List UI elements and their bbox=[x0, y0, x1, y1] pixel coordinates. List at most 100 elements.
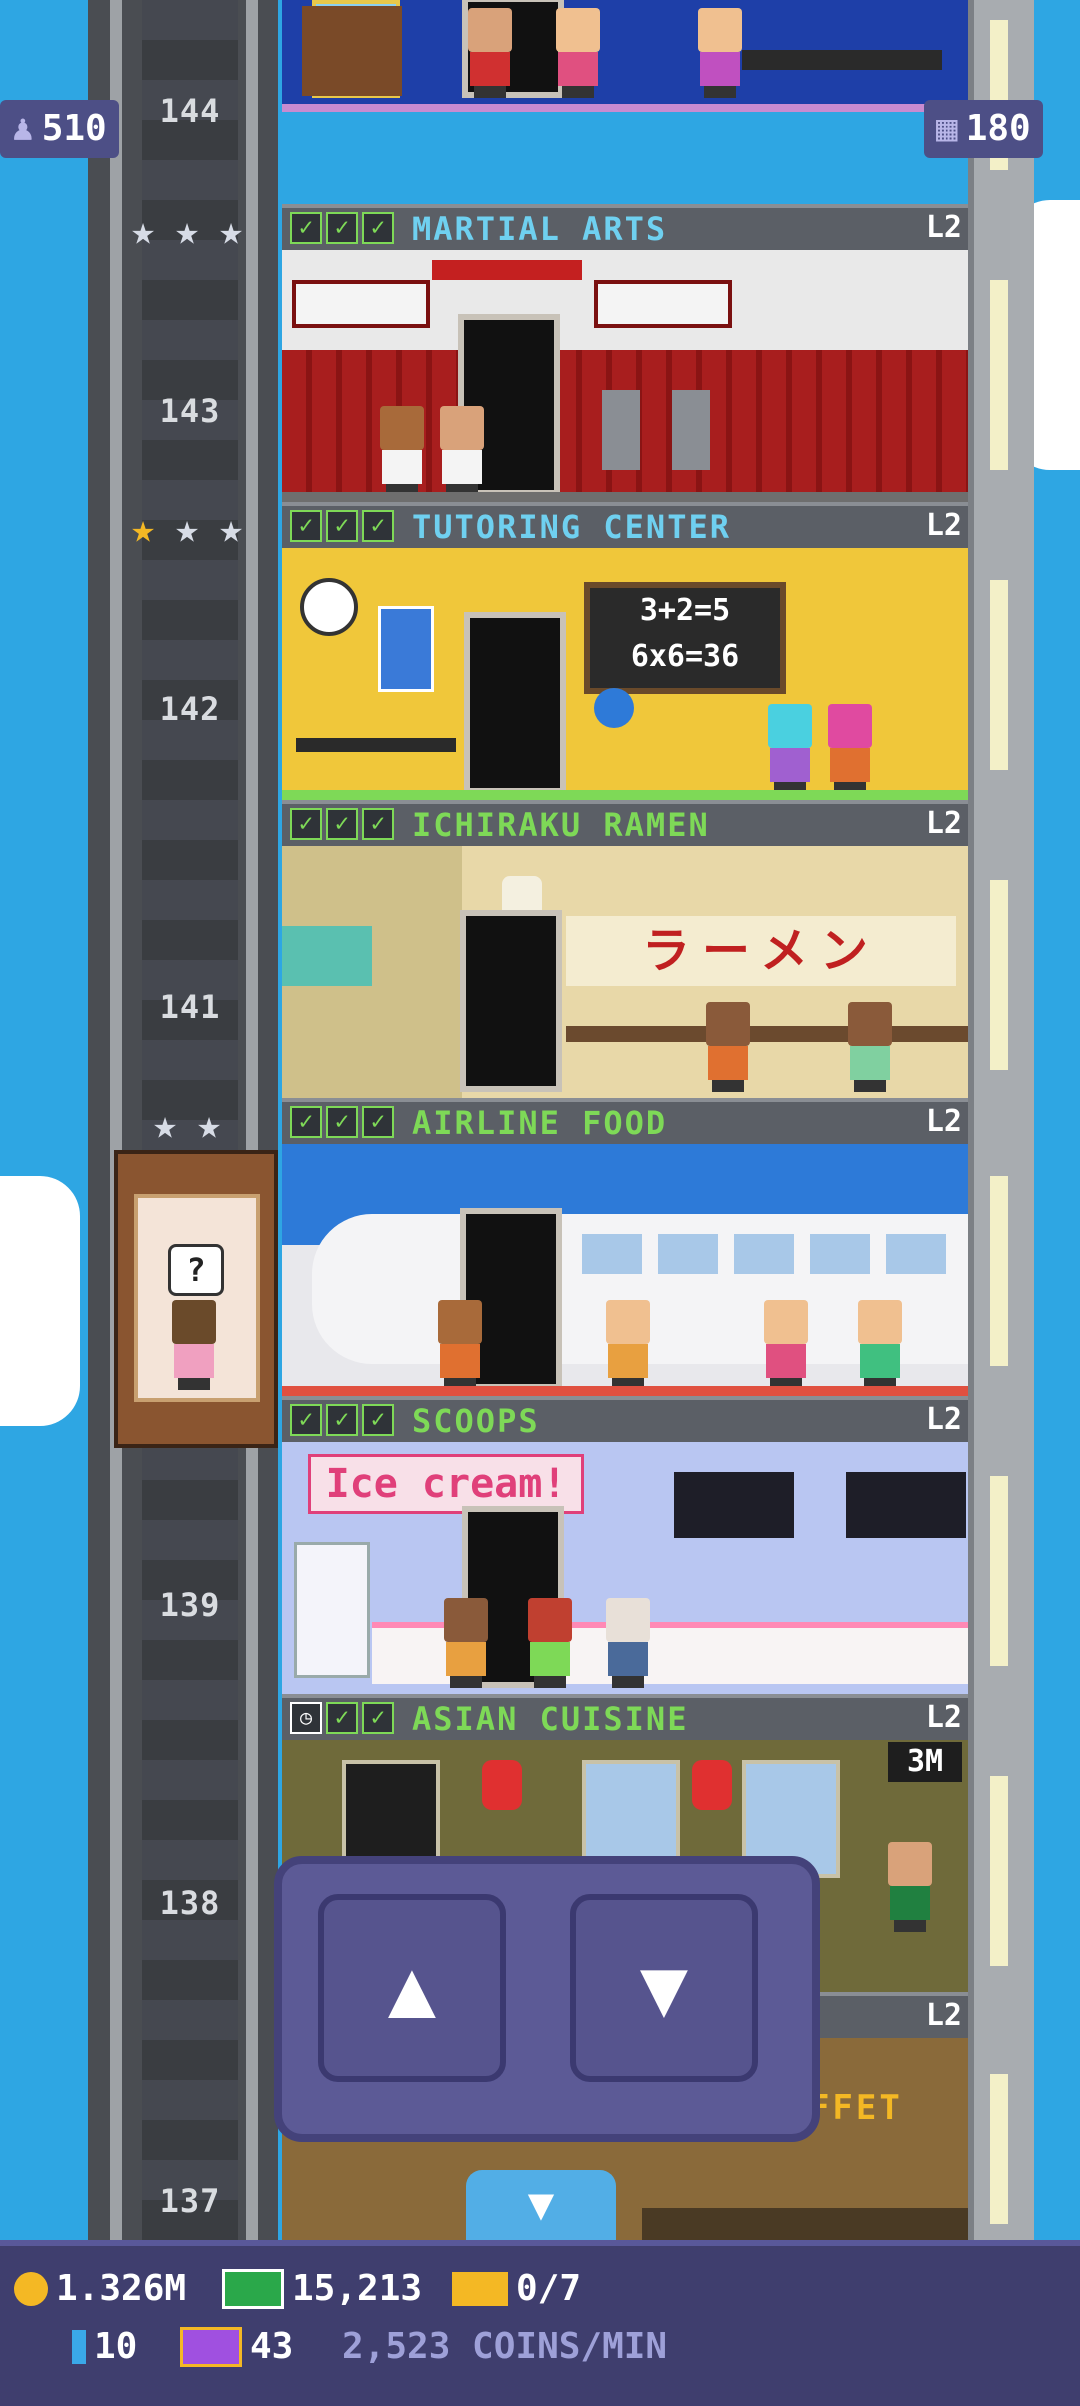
floor-room bbox=[282, 0, 968, 112]
floor-142[interactable]: ✓ ✓ ✓ TUTORING CENTER L2 3+2=5 6x6=36 bbox=[282, 502, 968, 800]
chalkboard-line-2: 6x6=36 bbox=[630, 639, 740, 674]
floor-room: 3+2=5 6x6=36 bbox=[282, 548, 968, 800]
display-case bbox=[294, 1542, 370, 1678]
star-icon: ★ bbox=[130, 208, 156, 254]
floor-level: L2 bbox=[925, 508, 962, 543]
floor-header: ✓ ✓ ✓ ICHIRAKU RAMEN L2 bbox=[282, 800, 968, 846]
check-icon: ✓ bbox=[362, 1106, 394, 1138]
menu-banner: ラーメン bbox=[566, 916, 956, 986]
floor-header: ✓ ✓ ✓ TUTORING CENTER L2 bbox=[282, 502, 968, 548]
window-strip bbox=[990, 1776, 1008, 1966]
bux-stat[interactable]: 15,213 bbox=[222, 2268, 422, 2309]
visitor bbox=[700, 1002, 756, 1092]
up-arrow-icon: ▲ bbox=[387, 1941, 437, 2034]
check-icon: ✓ bbox=[326, 1106, 358, 1138]
desk bbox=[296, 738, 456, 752]
floor-level: L2 bbox=[925, 1998, 962, 2033]
menu-board bbox=[674, 1472, 794, 1538]
check-icon: ✓ bbox=[290, 808, 322, 840]
check-icon: ✓ bbox=[362, 1702, 394, 1734]
floor-143[interactable]: ✓ ✓ ✓ MARTIAL ARTS L2 bbox=[282, 204, 968, 502]
torii-gate bbox=[432, 260, 582, 280]
star-icon: ★ bbox=[196, 1102, 222, 1148]
floor-room: Ice cream! bbox=[282, 1442, 968, 1694]
floor-level: L2 bbox=[925, 1402, 962, 1437]
visitor bbox=[882, 1842, 938, 1932]
elevator-down-button[interactable]: ▼ bbox=[570, 1894, 758, 2082]
ticket-icon bbox=[452, 2271, 508, 2306]
coins-stat[interactable]: 1.326M bbox=[14, 2268, 186, 2309]
lantern bbox=[482, 1760, 522, 1810]
down-arrow-icon: ▼ bbox=[639, 1941, 689, 2034]
tickets-value: 0/7 bbox=[516, 2268, 582, 2309]
visitor bbox=[438, 1598, 494, 1688]
visitor bbox=[762, 704, 818, 794]
visitor bbox=[600, 1598, 656, 1688]
floor-number-137: 137 bbox=[159, 2182, 221, 2220]
window-strip bbox=[990, 1176, 1008, 1366]
window-strip bbox=[990, 2074, 1008, 2224]
floor-name: ASIAN CUISINE bbox=[412, 1700, 689, 1738]
vip-stat[interactable]: 43 bbox=[180, 2326, 293, 2367]
check-icon: ✓ bbox=[326, 1702, 358, 1734]
visitor bbox=[550, 8, 606, 98]
floor-level: L2 bbox=[925, 210, 962, 245]
star-icon: ★ bbox=[152, 1102, 178, 1148]
elevator-up-button[interactable]: ▲ bbox=[318, 1894, 506, 2082]
elevator-car[interactable]: ? bbox=[114, 1150, 278, 1448]
visitor bbox=[852, 1300, 908, 1390]
keys-stat[interactable]: 10 bbox=[72, 2326, 137, 2367]
check-icon: ✓ bbox=[326, 808, 358, 840]
visitor bbox=[522, 1598, 578, 1688]
check-icon: ✓ bbox=[326, 1404, 358, 1436]
bux-value: 15,213 bbox=[292, 2268, 423, 2309]
visitor bbox=[434, 406, 490, 496]
floor-room bbox=[282, 250, 968, 502]
bux-icon bbox=[222, 2268, 284, 2309]
check-icon: ✓ bbox=[290, 510, 322, 542]
floor-number-139: 139 bbox=[159, 1586, 221, 1624]
star-icon: ★ bbox=[218, 208, 244, 254]
check-icon: ✓ bbox=[362, 212, 394, 244]
floor-144[interactable] bbox=[282, 0, 968, 204]
floor-room bbox=[282, 1144, 968, 1396]
person-icon: ♟ bbox=[12, 108, 34, 149]
apple-poster bbox=[378, 606, 434, 692]
floor-name: MARTIAL ARTS bbox=[412, 210, 668, 248]
banner bbox=[594, 280, 732, 328]
check-icon: ✓ bbox=[362, 510, 394, 542]
visitor bbox=[822, 704, 878, 794]
floor-name: TUTORING CENTER bbox=[412, 508, 731, 546]
coin-rate: 2,523 COINS/MIN bbox=[342, 2326, 667, 2367]
coin-rate-value: 2,523 COINS/MIN bbox=[342, 2326, 668, 2367]
elevator-passenger bbox=[166, 1300, 222, 1390]
visitor bbox=[842, 1002, 898, 1092]
bookshelf bbox=[302, 6, 402, 96]
tickets-stat[interactable]: 0/7 bbox=[452, 2268, 581, 2309]
floor-level: L2 bbox=[925, 806, 962, 841]
cabin-windows bbox=[582, 1234, 962, 1274]
window-strip bbox=[990, 1476, 1008, 1666]
floor-139[interactable]: ✓ ✓ ✓ SCOOPS L2 Ice cream! bbox=[282, 1396, 968, 1694]
key-icon bbox=[72, 2329, 86, 2364]
floor-stars-142: ★ ★ ★ bbox=[124, 509, 250, 549]
floor-140[interactable]: ✓ ✓ ✓ AIRLINE FOOD L2 bbox=[282, 1098, 968, 1396]
chalkboard-line-1: 3+2=5 bbox=[639, 593, 731, 628]
floor-141[interactable]: ✓ ✓ ✓ ICHIRAKU RAMEN L2 ラーメン bbox=[282, 800, 968, 1098]
clock-icon bbox=[300, 578, 358, 636]
floor-stars-140: ★ ★ bbox=[146, 1102, 228, 1148]
floor-header: ✓ ✓ ✓ SCOOPS L2 bbox=[282, 1396, 968, 1442]
chevron-down-icon: ▼ bbox=[527, 2179, 555, 2230]
clock-icon: ◷ bbox=[290, 1702, 322, 1734]
population-chip[interactable]: ♟ 510 bbox=[0, 100, 119, 158]
building-icon: ▦ bbox=[936, 108, 958, 149]
scroll-down-button[interactable]: ▼ bbox=[466, 2170, 616, 2240]
red-carpet bbox=[282, 1386, 968, 1396]
visitor bbox=[462, 8, 518, 98]
mat-floor bbox=[282, 492, 968, 502]
floor-stars-143: ★ ★ ★ bbox=[124, 208, 250, 254]
floor-count-chip[interactable]: ▦ 180 bbox=[924, 100, 1043, 158]
banner bbox=[292, 280, 430, 328]
vip-icon bbox=[180, 2326, 242, 2367]
floor-count: 180 bbox=[965, 108, 1031, 149]
